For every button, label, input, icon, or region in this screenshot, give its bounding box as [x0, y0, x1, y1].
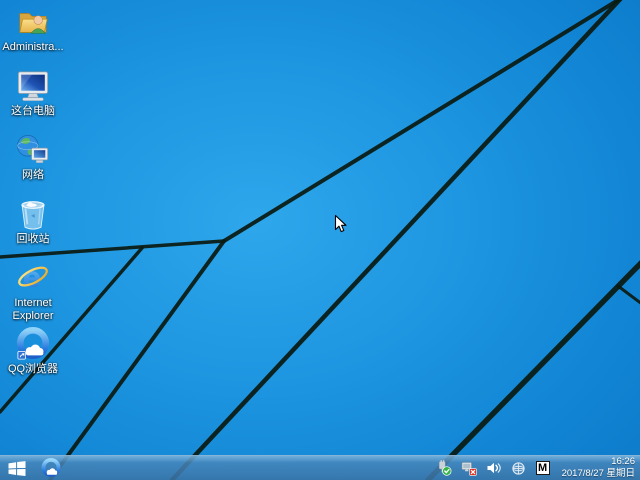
- desktop-icon-label: 网络: [22, 169, 44, 181]
- taskbar-clock[interactable]: 16:26 2017/8/27 星期日: [562, 456, 635, 480]
- network-globe-icon: [17, 135, 48, 163]
- taskbar: M 16:26 2017/8/27 星期日: [0, 455, 640, 480]
- ime-mode-badge[interactable]: M: [535, 461, 550, 475]
- qq-browser-taskbar-icon: [41, 458, 60, 477]
- wallpaper-background: [0, 0, 640, 480]
- wallpaper: [0, 0, 640, 480]
- network-disconnected-icon[interactable]: [461, 460, 477, 476]
- usb-safely-remove-icon[interactable]: [436, 460, 452, 476]
- taskbar-qq-browser-button[interactable]: [34, 456, 67, 480]
- volume-icon[interactable]: [486, 460, 502, 476]
- qq-browser-icon: [16, 327, 50, 360]
- desktop-icon-qq-browser[interactable]: QQ浏览器: [1, 327, 65, 376]
- desktop-icon-internet-explorer[interactable]: e Internet Explorer: [1, 261, 65, 323]
- desktop-screen: Administra... 这台电脑 网络 回收站 e Internet Exp…: [0, 0, 640, 480]
- start-button[interactable]: [0, 456, 34, 480]
- system-tray: M 16:26 2017/8/27 星期日: [436, 456, 640, 480]
- globe-ime-icon[interactable]: [511, 460, 527, 476]
- desktop-icon-recycle-bin[interactable]: 回收站: [1, 197, 65, 246]
- desktop-icon-network[interactable]: 网络: [1, 133, 65, 182]
- desktop-icon-label: Internet Explorer: [12, 297, 54, 322]
- recycle-bin-icon: [21, 201, 45, 230]
- mouse-cursor: [334, 214, 347, 233]
- clock-time: 16:26: [611, 456, 635, 468]
- desktop-icon-label: 这台电脑: [11, 105, 55, 117]
- desktop-icon-label: Administra...: [2, 41, 64, 53]
- desktop-icon-this-pc[interactable]: 这台电脑: [1, 69, 65, 118]
- desktop-icon-label: QQ浏览器: [7, 363, 59, 375]
- this-pc-monitor-icon: [17, 71, 49, 101]
- windows-logo-icon: [8, 460, 26, 476]
- administrator-folder-icon: [19, 13, 48, 34]
- internet-explorer-icon: e: [18, 263, 48, 294]
- clock-date: 2017/8/27 星期日: [561, 468, 635, 479]
- desktop-icon-label: 回收站: [16, 233, 50, 245]
- desktop-icon-administrator[interactable]: Administra...: [1, 5, 65, 54]
